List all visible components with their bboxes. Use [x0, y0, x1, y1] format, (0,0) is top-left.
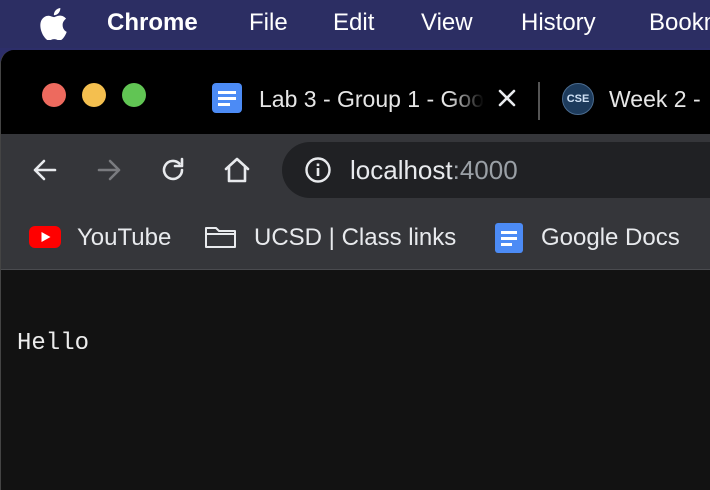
- tab-title: Week 2 -: [609, 86, 701, 112]
- zoom-window-button[interactable]: [122, 83, 146, 107]
- bookmark-ucsd-folder[interactable]: UCSD | Class links: [204, 222, 474, 254]
- google-docs-icon: [212, 83, 242, 113]
- bookmark-youtube[interactable]: YouTube: [28, 222, 178, 254]
- url-port: :4000: [452, 155, 518, 185]
- tab-lab3-doc[interactable]: Lab 3 - Group 1 - Google Docs: [209, 76, 529, 120]
- menu-view[interactable]: View: [421, 9, 473, 37]
- menu-bookmarks[interactable]: Bookmarks: [649, 9, 710, 37]
- apple-icon[interactable]: [38, 8, 68, 40]
- info-icon[interactable]: [304, 156, 332, 184]
- minimize-window-button[interactable]: [82, 83, 106, 107]
- menu-history[interactable]: History: [521, 9, 596, 37]
- bookmark-google-docs[interactable]: Google Docs: [493, 222, 703, 254]
- reload-icon[interactable]: [157, 154, 189, 186]
- tab-title: Lab 3 - Group 1 - Google Docs: [259, 86, 484, 112]
- menu-app-chrome[interactable]: Chrome: [107, 9, 198, 37]
- url-text[interactable]: localhost:4000: [350, 156, 518, 184]
- address-bar[interactable]: localhost:4000: [282, 142, 710, 198]
- close-icon[interactable]: [497, 88, 517, 108]
- bookmark-label: YouTube: [77, 224, 172, 251]
- close-window-button[interactable]: [42, 83, 66, 107]
- home-icon[interactable]: [221, 154, 253, 186]
- macos-menu-bar: Chrome File Edit View History Bookmarks: [0, 0, 710, 48]
- folder-icon: [205, 227, 236, 248]
- cse-icon: CSE: [562, 83, 594, 115]
- page-body-text: Hello: [17, 330, 90, 357]
- bookmarks-bar: YouTube UCSD | Class links Google Docs: [1, 206, 710, 270]
- tab-strip: Lab 3 - Group 1 - Google Docs CSE Week 2…: [1, 50, 710, 134]
- back-arrow-icon[interactable]: [29, 154, 61, 186]
- tab-separator: [538, 82, 540, 120]
- menu-file[interactable]: File: [249, 9, 288, 37]
- url-host: localhost: [350, 155, 453, 185]
- forward-arrow-icon[interactable]: [93, 154, 125, 186]
- bookmark-label: Google Docs: [541, 224, 680, 251]
- tab-week2[interactable]: CSE Week 2 -: [559, 76, 710, 120]
- youtube-icon: [29, 226, 61, 248]
- bookmark-label: UCSD | Class links: [254, 224, 457, 251]
- menu-edit[interactable]: Edit: [333, 9, 374, 37]
- browser-window: Lab 3 - Group 1 - Google Docs CSE Week 2…: [0, 50, 710, 490]
- google-docs-icon: [495, 223, 523, 253]
- browser-toolbar: localhost:4000: [1, 134, 710, 206]
- page-content: Hello: [1, 270, 710, 490]
